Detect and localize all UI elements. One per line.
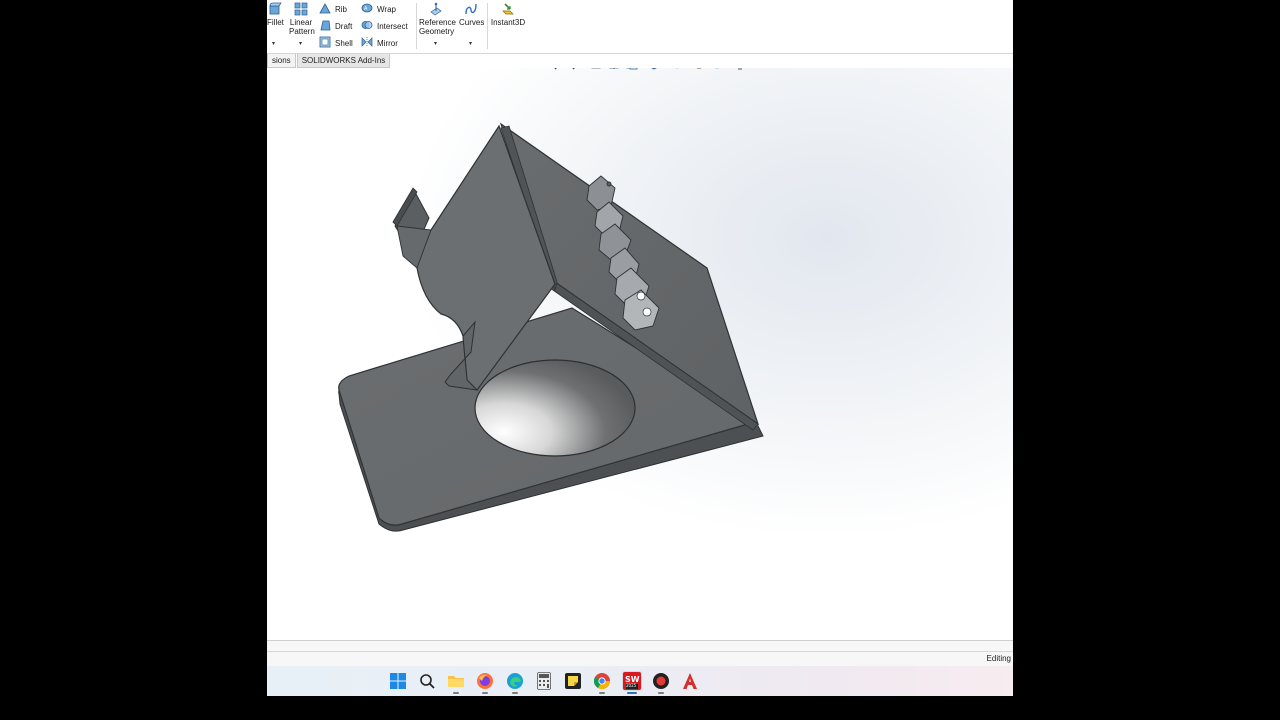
shell-label: Shell: [335, 38, 353, 48]
reference-geometry-button[interactable]: Reference Geometry: [419, 2, 456, 36]
active-indicator: [627, 692, 637, 694]
mirror-button[interactable]: Mirror: [361, 36, 398, 50]
curves-button[interactable]: Curves: [459, 2, 485, 27]
intersect-button[interactable]: Intersect: [361, 19, 408, 33]
solidworks-version-badge: 2025: [626, 683, 637, 688]
file-explorer-icon[interactable]: [446, 671, 466, 694]
instant3d-button[interactable]: Instant3D: [490, 2, 526, 27]
command-manager-tabs: sions SOLIDWORKS Add-Ins: [267, 54, 391, 68]
ribbon-separator: [487, 3, 488, 49]
linear-pattern-label-line1: Linear: [289, 18, 313, 27]
status-bar: Editing: [267, 640, 1013, 667]
search-icon[interactable]: [417, 671, 437, 691]
fillet-label: Fillet: [267, 18, 284, 27]
svg-text:A: A: [364, 6, 368, 12]
rib-button[interactable]: Rib: [319, 2, 347, 16]
solidworks-window: Fillet ▾ Linear Pattern ▾ Rib Draft Shel…: [267, 0, 1013, 696]
reference-geometry-icon: [419, 2, 453, 16]
instant3d-icon: [490, 2, 526, 16]
firefox-icon[interactable]: [475, 671, 495, 694]
intersect-icon: [361, 19, 373, 33]
tab-solidworks-add-ins[interactable]: SOLIDWORKS Add-Ins: [296, 54, 391, 68]
draft-icon: [319, 19, 331, 33]
shell-button[interactable]: Shell: [319, 36, 353, 50]
linear-pattern-dropdown-caret[interactable]: ▾: [299, 40, 302, 47]
fillet-button[interactable]: Fillet: [267, 2, 284, 27]
linear-pattern-label-line2: Pattern: [289, 27, 315, 36]
mirror-icon: [361, 36, 373, 50]
command-manager-ribbon: Fillet ▾ Linear Pattern ▾ Rib Draft Shel…: [267, 0, 1013, 54]
status-mode: Editing: [986, 654, 1011, 663]
sticky-notes-icon[interactable]: [563, 671, 583, 691]
mirror-label: Mirror: [377, 38, 398, 48]
wrap-label: Wrap: [377, 4, 396, 14]
recorder-icon[interactable]: [651, 671, 671, 694]
fillet-icon: [267, 2, 283, 16]
rib-label: Rib: [335, 4, 348, 14]
instant3d-label: Instant3D: [490, 18, 526, 27]
wrap-icon: A: [361, 2, 373, 16]
running-indicator: [453, 692, 459, 694]
curves-icon: [459, 2, 483, 16]
fillet-dropdown-caret[interactable]: ▾: [272, 40, 275, 47]
draft-label: Draft: [335, 21, 353, 31]
reference-geometry-label-line1: Reference: [419, 18, 456, 27]
shell-icon: [319, 36, 331, 50]
running-indicator: [512, 692, 518, 694]
running-indicator: [599, 692, 605, 694]
intersect-label: Intersect: [377, 21, 408, 31]
edge-icon[interactable]: [505, 671, 525, 694]
running-indicator: [482, 692, 488, 694]
status-divider: [267, 651, 1013, 652]
windows-start-icon[interactable]: [388, 671, 408, 691]
curves-dropdown-caret[interactable]: ▾: [469, 40, 472, 47]
curves-label: Curves: [459, 18, 485, 27]
rib-icon: [319, 2, 331, 16]
solidworks-icon[interactable]: SW 2025: [622, 671, 642, 694]
phone-stand-model[interactable]: [267, 68, 1013, 640]
chrome-icon[interactable]: [592, 671, 612, 694]
windows-taskbar: SW 2025: [267, 666, 1013, 696]
autocad-icon[interactable]: [680, 671, 700, 691]
draft-button[interactable]: Draft: [319, 19, 352, 33]
linear-pattern-icon: [289, 2, 313, 16]
reference-geometry-dropdown-caret[interactable]: ▾: [434, 40, 437, 47]
graphics-area[interactable]: ▾ ▾ ▾ ▾ ▾: [267, 68, 1013, 640]
calculator-icon[interactable]: [534, 671, 554, 691]
tab-extensions[interactable]: sions: [267, 54, 296, 68]
ribbon-separator: [416, 3, 417, 49]
running-indicator: [658, 692, 664, 694]
wrap-button[interactable]: A Wrap: [361, 2, 396, 16]
reference-geometry-label-line2: Geometry: [419, 27, 455, 36]
linear-pattern-button[interactable]: Linear Pattern: [289, 2, 315, 36]
